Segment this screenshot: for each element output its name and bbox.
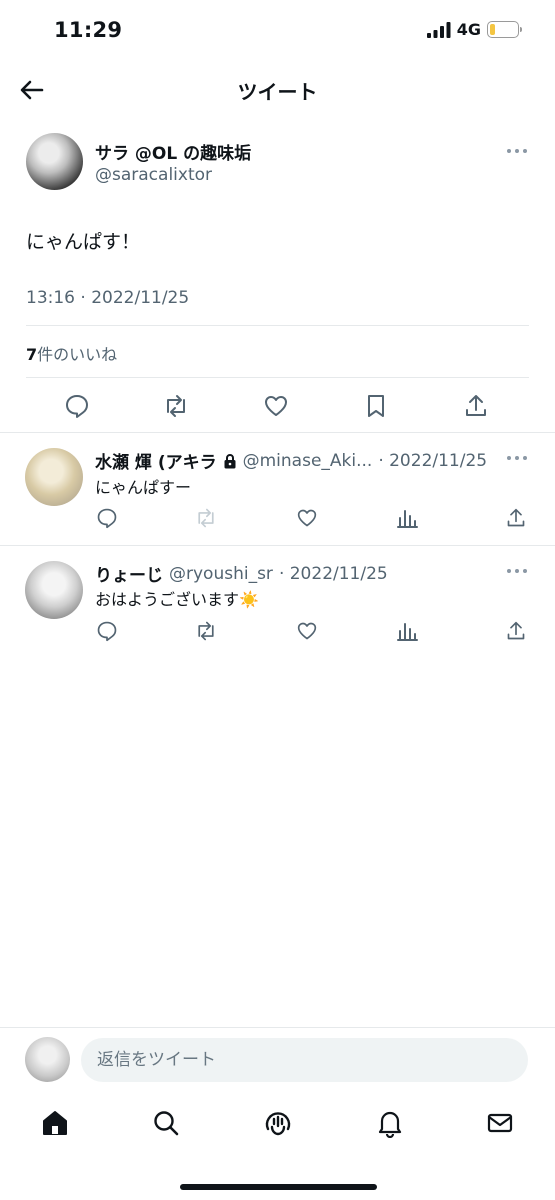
likes-label: 件のいいね [37,345,118,364]
reply-date: · 2022/11/25 [378,450,488,471]
page-title: ツイート [237,80,318,104]
tweet-timestamp: 13:16 · 2022/11/25 [26,288,190,308]
reply-input[interactable] [81,1038,528,1082]
bookmark-icon[interactable] [361,391,391,421]
more-options-icon[interactable] [505,143,529,159]
divider [0,545,555,546]
status-time: 11:29 [54,18,123,42]
network-type: 4G [456,20,481,39]
tweet-text: にゃんぱす！ [26,231,141,253]
reply-avatar[interactable] [25,561,83,619]
home-indicator [180,1184,377,1190]
messages-icon[interactable] [482,1105,518,1141]
reply-author-handle[interactable]: @minase_Aki... [243,451,373,471]
share-icon[interactable] [461,391,491,421]
share-icon[interactable] [504,506,528,530]
analytics-icon[interactable] [395,619,419,643]
author-avatar[interactable] [26,133,83,190]
retweet-icon[interactable] [194,619,218,643]
reply-icon[interactable] [62,391,92,421]
reply-avatar[interactable] [25,448,83,506]
divider [26,325,529,326]
divider [0,1027,555,1028]
reply-author-handle[interactable]: @ryoushi_sr [169,564,273,584]
notifications-icon[interactable] [372,1105,408,1141]
reply-text: おはようございます☀️ [95,590,259,609]
home-icon[interactable] [37,1105,73,1141]
likes-number: 7 [26,345,38,364]
like-icon[interactable] [295,619,319,643]
retweet-icon[interactable] [161,391,191,421]
analytics-icon[interactable] [395,506,419,530]
reply-date: · 2022/11/25 [278,563,388,584]
author-name[interactable]: サラ @OL の趣味垢 [95,139,251,164]
my-avatar[interactable] [25,1037,70,1082]
divider [26,377,529,378]
reply-header: りょーじ @ryoushi_sr · 2022/11/25 [95,561,388,587]
signal-icon [426,21,451,38]
divider [0,432,555,433]
reply-author-name[interactable]: りょーじ [95,561,163,586]
author-handle[interactable]: @saracalixtor [95,165,212,185]
like-icon[interactable] [261,391,291,421]
reply-icon[interactable] [95,506,119,530]
like-icon[interactable] [295,506,319,530]
reply-icon[interactable] [95,619,119,643]
more-options-icon[interactable] [505,450,529,466]
retweet-icon [194,506,218,530]
reply-text: にゃんぱすー [95,478,192,497]
lock-icon [223,453,237,469]
reply-author-name[interactable]: 水瀬 煇 (アキラ [95,448,217,473]
likes-count[interactable]: 7件のいいね [26,341,117,365]
share-icon[interactable] [504,619,528,643]
battery-icon [487,21,522,38]
status-indicators: 4G [426,20,522,39]
spaces-icon[interactable] [260,1105,296,1141]
more-options-icon[interactable] [505,563,529,579]
search-icon[interactable] [148,1105,184,1141]
reply-header: 水瀬 煇 (アキラ @minase_Aki... · 2022/11/25 [95,448,488,474]
